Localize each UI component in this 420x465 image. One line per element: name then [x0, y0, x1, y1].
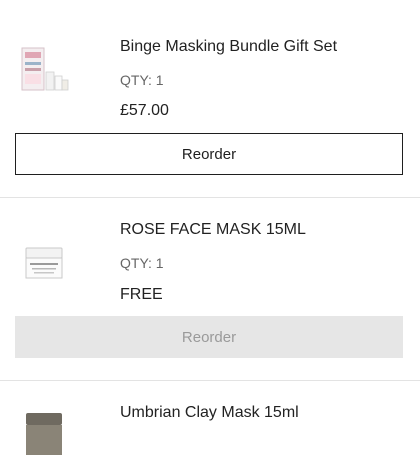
product-quantity: QTY: 1 [120, 72, 164, 88]
product-name[interactable]: ROSE FACE MASK 15ML [120, 221, 306, 239]
rose-face-mask-jar-image [25, 247, 63, 279]
clay-mask-jar-image [26, 413, 62, 455]
reorder-button[interactable]: Reorder [15, 316, 403, 358]
order-item-3: Umbrian Clay Mask 15ml [0, 381, 420, 455]
order-item-2: ROSE FACE MASK 15ML QTY: 1 FREE Reorder [0, 198, 420, 380]
product-name[interactable]: Umbrian Clay Mask 15ml [120, 404, 299, 422]
product-quantity: QTY: 1 [120, 255, 164, 271]
product-price: £57.00 [120, 102, 169, 119]
gift-set-product-image [21, 47, 69, 91]
order-item-1: Binge Masking Bundle Gift Set QTY: 1 £57… [0, 0, 420, 198]
product-price: FREE [120, 286, 163, 303]
product-name[interactable]: Binge Masking Bundle Gift Set [120, 38, 337, 56]
reorder-button[interactable]: Reorder [15, 133, 403, 175]
